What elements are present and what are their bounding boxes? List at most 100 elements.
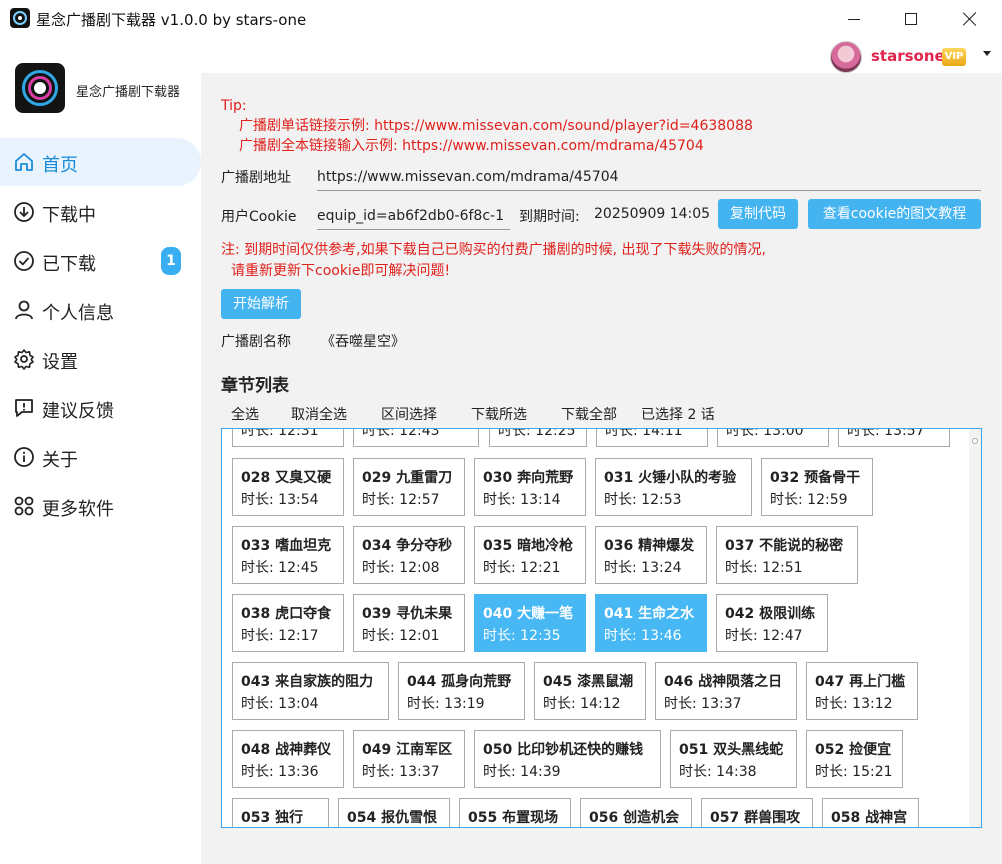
chapter-duration: 时长: 12:01 [362, 628, 440, 644]
chapter-title: 057 群兽围攻 [710, 810, 801, 826]
gear-icon [14, 349, 34, 370]
chapter-item[interactable]: 时长: 13:57 [838, 429, 950, 447]
sidebar-item-profile[interactable]: 个人信息 [0, 286, 201, 334]
chapter-title: 054 报仇雪恨 [347, 810, 438, 826]
chapter-item[interactable]: 049 江南军区 时长: 13:37 [353, 730, 465, 788]
chapter-title: 038 虎口夺食 [241, 606, 332, 622]
chapter-title: 051 双头黑线蛇 [679, 742, 784, 758]
chapter-item[interactable]: 030 奔向荒野 时长: 13:14 [474, 458, 586, 516]
cookie-input[interactable] [317, 202, 510, 230]
chapter-item[interactable]: 028 又臭又硬 时长: 13:54 [232, 458, 344, 516]
chapter-item[interactable]: 033 嗜血坦克 时长: 12:45 [232, 526, 344, 584]
chapter-list-scrollbar[interactable] [969, 429, 981, 827]
chapter-item[interactable]: 043 来自家族的阻力 时长: 13:04 [232, 662, 389, 720]
chapter-title: 055 布置现场 [468, 810, 559, 826]
chapter-title: 041 生命之水 [604, 606, 695, 622]
drama-url-input[interactable] [317, 163, 981, 191]
username[interactable]: starsone [871, 47, 945, 65]
title-bar[interactable]: 星念广播剧下载器 v1.0.0 by stars-one [0, 0, 1002, 38]
chapter-item[interactable]: 031 火锤小队的考验 时长: 12:53 [595, 458, 752, 516]
chapter-item[interactable]: 053 独行 [232, 798, 329, 827]
scroll-thumb[interactable] [972, 438, 978, 444]
chapter-duration: 时长: 13:19 [407, 696, 485, 712]
app-logo [15, 63, 65, 113]
chapter-item[interactable]: 045 漆黑鼠潮 时长: 14:12 [534, 662, 646, 720]
sidebar-item-settings[interactable]: 设置 [0, 335, 201, 383]
note-line-1: 注: 到期时间仅供参考,如果下载自己已购买的付费广播剧的时候, 出现了下载失败的… [221, 242, 766, 258]
sidebar-item-label: 下载中 [42, 205, 96, 226]
selected-count: 已选择 2 话 [641, 407, 715, 423]
chapter-title: 050 比印钞机还快的赚钱 [483, 742, 644, 758]
chapter-item[interactable]: 057 群兽围攻 [701, 798, 813, 827]
chapter-item-selected[interactable]: 041 生命之水 时长: 13:46 [595, 594, 707, 652]
chapter-item[interactable]: 时长: 12:31 [232, 428, 344, 447]
chapter-item[interactable]: 032 预备骨干 时长: 12:59 [761, 458, 873, 516]
chevron-down-icon[interactable] [983, 51, 991, 56]
chapter-item[interactable]: 038 虎口夺食 时长: 12:17 [232, 594, 344, 652]
select-all-button[interactable]: 全选 [231, 404, 259, 424]
sidebar-item-feedback[interactable]: 建议反馈 [0, 384, 201, 432]
chapter-item[interactable]: 056 创造机会 [580, 798, 692, 827]
chapter-title: 053 独行 [241, 810, 304, 826]
chapter-duration: 时长: 14:39 [483, 764, 561, 780]
download-all-button[interactable]: 下载全部 [561, 404, 617, 424]
chapter-item[interactable]: 035 暗地冷枪 时长: 12:21 [474, 526, 586, 584]
chapter-item[interactable]: 052 捡便宜 时长: 15:21 [806, 730, 903, 788]
chapter-duration: 时长: 12:31 [241, 428, 319, 439]
chapter-duration: 时长: 13:37 [362, 764, 440, 780]
sidebar-item-label: 个人信息 [42, 303, 114, 324]
sidebar-item-label: 建议反馈 [42, 401, 114, 422]
chapter-duration: 时长: 14:38 [679, 764, 757, 780]
sidebar-item-label: 设置 [42, 352, 78, 373]
chapter-item[interactable]: 048 战神葬仪 时长: 13:36 [232, 730, 344, 788]
chapter-item[interactable]: 029 九重雷刀 时长: 12:57 [353, 458, 465, 516]
sidebar-item-about[interactable]: 关于 [0, 433, 201, 481]
close-button[interactable] [957, 6, 983, 32]
chapter-title: 047 再上门槛 [815, 674, 906, 690]
maximize-button[interactable] [898, 6, 924, 32]
app-window: 星念广播剧下载器 v1.0.0 by stars-one starsone VI… [0, 0, 1002, 864]
avatar[interactable] [830, 41, 862, 73]
chapter-item[interactable]: 046 战神陨落之日 时长: 13:37 [655, 662, 797, 720]
chapter-title: 030 奔向荒野 [483, 470, 574, 486]
maximize-icon [905, 13, 917, 25]
chapter-item[interactable]: 050 比印钞机还快的赚钱 时长: 14:39 [474, 730, 661, 788]
chapter-title: 058 战神宫 [831, 810, 908, 826]
chapter-duration: 时长: 12:57 [362, 492, 440, 508]
cookie-tutorial-button[interactable]: 查看cookie的图文教程 [808, 199, 981, 229]
chapter-item[interactable]: 034 争分夺秒 时长: 12:08 [353, 526, 465, 584]
chapter-item[interactable]: 058 战神宫 [822, 798, 919, 827]
chapter-title: 043 来自家族的阻力 [241, 674, 374, 690]
start-parse-button[interactable]: 开始解析 [221, 289, 301, 319]
chapter-item[interactable]: 时长: 12:43 [353, 429, 479, 447]
chapter-item[interactable]: 042 极限训练 时长: 12:47 [716, 594, 828, 652]
sidebar-item-downloading[interactable]: 下载中 [0, 188, 201, 236]
chapter-item[interactable]: 时长: 12:25 [489, 429, 587, 447]
chapter-item[interactable]: 039 寻仇未果 时长: 12:01 [353, 594, 465, 652]
sidebar-item-home[interactable]: 首页 [0, 138, 201, 186]
chapter-item-selected[interactable]: 040 大赚一笔 时长: 12:35 [474, 594, 586, 652]
chapter-item[interactable]: 055 布置现场 [459, 798, 571, 827]
chapter-item[interactable]: 044 孤身向荒野 时长: 13:19 [398, 662, 525, 720]
sidebar-item-downloaded[interactable]: 已下载 1 [0, 237, 201, 285]
chapter-item[interactable]: 037 不能说的秘密 时长: 12:51 [716, 526, 858, 584]
copy-code-button[interactable]: 复制代码 [718, 199, 798, 229]
chapter-item[interactable]: 时长: 13:00 [717, 429, 829, 447]
sidebar-item-more-software[interactable]: 更多软件 [0, 482, 201, 530]
chapter-item[interactable]: 054 报仇雪恨 [338, 798, 450, 827]
chapter-item[interactable]: 036 精神爆发 时长: 13:24 [595, 526, 707, 584]
chapter-item[interactable]: 051 双头黑线蛇 时长: 14:38 [670, 730, 797, 788]
download-selected-button[interactable]: 下载所选 [471, 404, 527, 424]
chapter-title: 056 创造机会 [589, 810, 680, 826]
chapter-item[interactable]: 时长: 14:11 [596, 429, 708, 447]
chapter-title: 029 九重雷刀 [362, 470, 453, 486]
chapter-item[interactable]: 047 再上门槛 时长: 13:12 [806, 662, 918, 720]
tip-full-drama-example: 广播剧全本链接输入示例: https://www.missevan.com/md… [239, 138, 704, 154]
chapter-title: 042 极限训练 [725, 606, 816, 622]
deselect-all-button[interactable]: 取消全选 [291, 404, 347, 424]
chapter-duration: 时长: 13:54 [241, 492, 319, 508]
sidebar: 星念广播剧下载器 首页 下载中 已下载 1 个人信息 设置 建议反馈 关于 更多… [0, 38, 201, 864]
minimize-button[interactable] [841, 6, 867, 32]
range-select-button[interactable]: 区间选择 [381, 404, 437, 424]
chapter-list[interactable]: 时长: 12:31 时长: 12:43 时长: 12:25 时长: 14:11 … [221, 428, 982, 828]
